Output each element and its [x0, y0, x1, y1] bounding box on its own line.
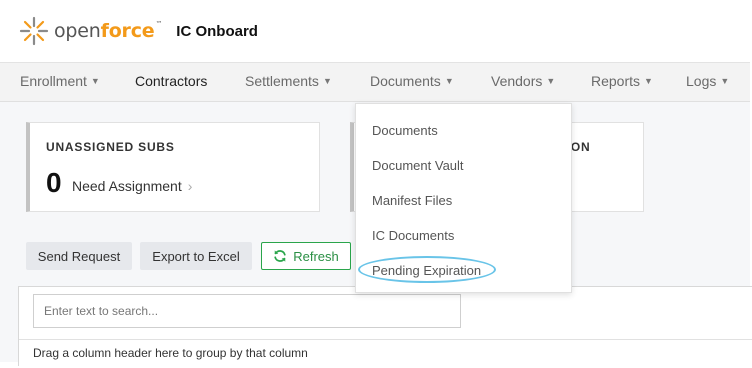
data-grid: Drag a column header here to group by th…	[18, 286, 752, 368]
nav-documents[interactable]: Documents ▼	[370, 73, 454, 89]
nav-settlements[interactable]: Settlements ▼	[245, 73, 332, 89]
menu-item-ic-documents[interactable]: IC Documents	[372, 228, 454, 243]
group-hint: Drag a column header here to group by th…	[33, 346, 308, 360]
app-header: openforce™ IC Onboard	[0, 0, 750, 63]
caret-down-icon: ▼	[322, 76, 332, 86]
app-title: IC Onboard	[176, 22, 258, 40]
refresh-button[interactable]: Refresh	[261, 242, 351, 270]
caret-down-icon: ▼	[444, 76, 454, 86]
brand-logo[interactable]: openforce™ IC Onboard	[18, 14, 258, 48]
menu-item-document-vault[interactable]: Document Vault	[372, 158, 464, 173]
card-count: 0	[46, 167, 62, 198]
nav-vendors[interactable]: Vendors ▼	[491, 73, 555, 89]
refresh-icon	[274, 250, 286, 262]
nav-reports[interactable]: Reports ▼	[591, 73, 653, 89]
menu-item-manifest-files[interactable]: Manifest Files	[372, 193, 452, 208]
openforce-star-icon	[19, 16, 49, 46]
export-excel-button[interactable]: Export to Excel	[140, 242, 252, 270]
caret-down-icon: ▼	[546, 76, 556, 86]
nav-enrollment[interactable]: Enrollment ▼	[20, 73, 100, 89]
nav-logs[interactable]: Logs ▼	[686, 73, 729, 89]
caret-down-icon: ▼	[720, 76, 730, 86]
caret-down-icon: ▼	[90, 76, 100, 86]
refresh-label: Refresh	[293, 248, 339, 264]
main-nav: Enrollment ▼ Contractors Settlements ▼ Doc…	[0, 63, 750, 102]
caret-down-icon: ▼	[644, 76, 653, 86]
card-title: UNASSIGNED SUBS	[46, 140, 175, 154]
documents-dropdown-menu: Documents Document Vault Manifest Files …	[355, 103, 572, 293]
menu-item-pending-expiration[interactable]: Pending Expiration	[372, 263, 481, 278]
send-request-button[interactable]: Send Request	[26, 242, 132, 270]
unassigned-subs-card[interactable]: UNASSIGNED SUBS 0 Need Assignment ›	[26, 122, 320, 212]
logo-wordmark: openforce™	[54, 20, 163, 42]
chevron-right-icon: ›	[187, 178, 193, 194]
grid-search-input[interactable]	[33, 294, 461, 328]
menu-item-documents[interactable]: Documents	[372, 123, 438, 138]
nav-contractors[interactable]: Contractors	[135, 73, 207, 89]
card-subtitle: Need Assignment ›	[72, 178, 193, 194]
